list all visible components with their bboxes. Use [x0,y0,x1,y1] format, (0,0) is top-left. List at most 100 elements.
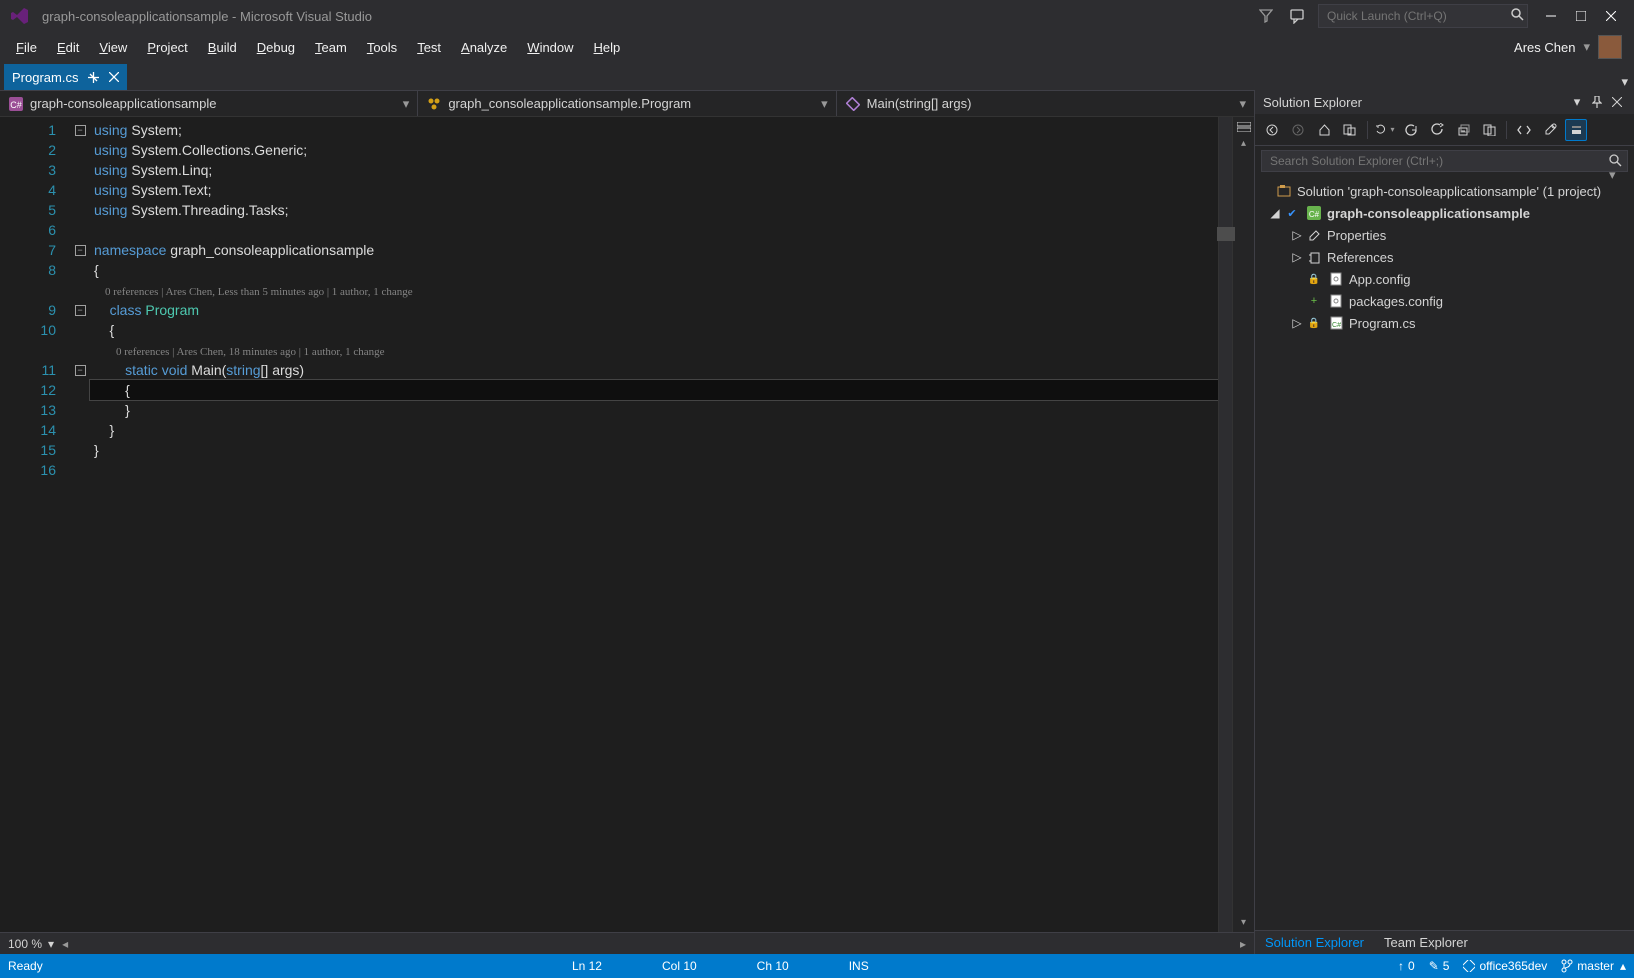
sync-with-active-icon[interactable] [1339,119,1361,141]
references-icon [1305,249,1323,265]
menu-help[interactable]: Help [584,36,631,59]
pending-changes-button[interactable]: ✎ 5 [1429,959,1450,973]
close-icon[interactable] [1608,93,1626,111]
se-search-input[interactable] [1261,150,1628,172]
menu-file[interactable]: File [6,36,47,59]
quick-launch-input[interactable] [1318,4,1528,28]
nav-class-label: graph_consoleapplicationsample.Program [448,96,691,111]
sync-icon[interactable] [1400,119,1422,141]
nav-method-dropdown[interactable]: Main(string[] args) ▾ [837,91,1254,116]
tab-team-explorer[interactable]: Team Explorer [1374,932,1478,953]
upload-arrow-icon: ↑ [1398,959,1404,973]
menu-bar: FileEditViewProjectBuildDebugTeamToolsTe… [0,32,1634,62]
programcs-label: Program.cs [1349,316,1415,331]
home-icon[interactable] [1313,119,1335,141]
fold-toggle[interactable]: − [75,305,86,316]
preview-selected-icon[interactable] [1565,119,1587,141]
status-ch: Ch 10 [757,959,789,973]
user-avatar-icon[interactable] [1598,35,1622,59]
properties-icon[interactable] [1539,119,1561,141]
code-text[interactable]: using System;using System.Collections.Ge… [90,117,1218,932]
menu-test[interactable]: Test [407,36,451,59]
refresh-icon[interactable] [1426,119,1448,141]
publish-button[interactable]: ↑ 0 [1398,959,1415,973]
scroll-overview[interactable] [1218,117,1232,932]
fold-toggle[interactable]: − [75,365,86,376]
forward-icon[interactable] [1287,119,1309,141]
branch-button[interactable]: master ▴ [1561,959,1626,973]
notifications-filter-icon[interactable] [1254,4,1278,28]
menu-project[interactable]: Project [137,36,197,59]
document-tabstrip: Program.cs ▾ [0,62,1634,90]
show-all-files-icon[interactable] [1478,119,1500,141]
pin-icon[interactable] [88,72,99,83]
scroll-right-icon[interactable]: ▸ [1240,937,1246,951]
project-node[interactable]: ◢ ✔ C# graph-consoleapplicationsample [1255,202,1634,224]
panel-options-chevron-icon[interactable]: ▾ [1568,93,1586,111]
feedback-icon[interactable] [1286,4,1310,28]
signed-in-user[interactable]: Ares Chen ▾ [1508,35,1628,59]
pin-icon[interactable] [1588,93,1606,111]
properties-node[interactable]: ▷ Properties [1255,224,1634,246]
expand-icon[interactable]: ▷ [1289,250,1305,264]
view-code-icon[interactable] [1513,119,1535,141]
repository-button[interactable]: office365dev [1463,959,1547,973]
class-icon [426,96,442,112]
menu-edit[interactable]: Edit [47,36,89,59]
fold-toggle[interactable]: − [75,245,86,256]
menu-view[interactable]: View [89,36,137,59]
menu-team[interactable]: Team [305,36,357,59]
scroll-thumb[interactable] [1217,227,1235,241]
git-lock-icon: 🔒 [1305,315,1323,331]
branch-icon [1561,959,1573,973]
svg-text:C#: C# [1309,210,1320,219]
search-icon[interactable] [1510,7,1524,21]
menu-window[interactable]: Window [517,36,583,59]
collapse-icon[interactable]: ◢ [1267,206,1283,220]
code-area[interactable]: 12345678910111213141516 −−−− using Syste… [0,117,1254,932]
menu-build[interactable]: Build [198,36,247,59]
maximize-button[interactable] [1566,4,1596,28]
close-button[interactable] [1596,4,1626,28]
wrench-icon [1305,227,1323,243]
menu-analyze[interactable]: Analyze [451,36,517,59]
appconfig-node[interactable]: 🔒 App.config [1255,268,1634,290]
csharp-project-icon: C# [1305,205,1323,221]
nav-project-dropdown[interactable]: C# graph-consoleapplicationsample ▾ [0,91,418,116]
menu-tools[interactable]: Tools [357,36,407,59]
minimize-button[interactable] [1536,4,1566,28]
tab-solution-explorer[interactable]: Solution Explorer [1255,932,1374,953]
zoom-dropdown[interactable]: 100 % ▾ [8,937,54,951]
repo-icon [1463,960,1475,972]
panel-header: Solution Explorer ▾ [1255,90,1634,114]
se-toolbar: ▾ [1255,114,1634,146]
collapse-all-icon[interactable] [1452,119,1474,141]
programcs-node[interactable]: ▷ 🔒 C# Program.cs [1255,312,1634,334]
tab-overflow-chevron-icon[interactable]: ▾ [1621,74,1628,90]
packagesconfig-node[interactable]: + packages.config [1255,290,1634,312]
scroll-left-icon[interactable]: ◂ [62,937,68,951]
search-icon[interactable]: ▾ [1609,154,1622,183]
tab-program-cs[interactable]: Program.cs [4,64,127,90]
scroll-down-icon[interactable]: ▾ [1235,914,1253,930]
side-tab-strip: Solution Explorer Team Explorer [1255,930,1634,954]
pending-changes-filter-icon[interactable]: ▾ [1374,119,1396,141]
editor-zoom-bar: 100 % ▾ ◂ ▸ [0,932,1254,954]
expand-icon[interactable]: ▷ [1289,316,1305,330]
fold-toggle[interactable]: − [75,125,86,136]
publish-count: 0 [1408,959,1415,973]
solution-node[interactable]: Solution 'graph-consoleapplicationsample… [1255,180,1634,202]
scroll-up-icon[interactable]: ▴ [1235,135,1253,151]
nav-class-dropdown[interactable]: graph_consoleapplicationsample.Program ▾ [418,91,836,116]
split-horizontal-icon[interactable] [1235,119,1253,135]
status-col: Col 10 [662,959,697,973]
menu-debug[interactable]: Debug [247,36,305,59]
branch-name: master [1577,959,1614,973]
chevron-down-icon: ▾ [1239,96,1246,112]
close-icon[interactable] [109,72,119,82]
git-add-icon: + [1305,293,1323,309]
expand-icon[interactable]: ▷ [1289,228,1305,242]
chevron-down-icon: ▾ [1583,39,1590,55]
references-node[interactable]: ▷ References [1255,246,1634,268]
back-icon[interactable] [1261,119,1283,141]
